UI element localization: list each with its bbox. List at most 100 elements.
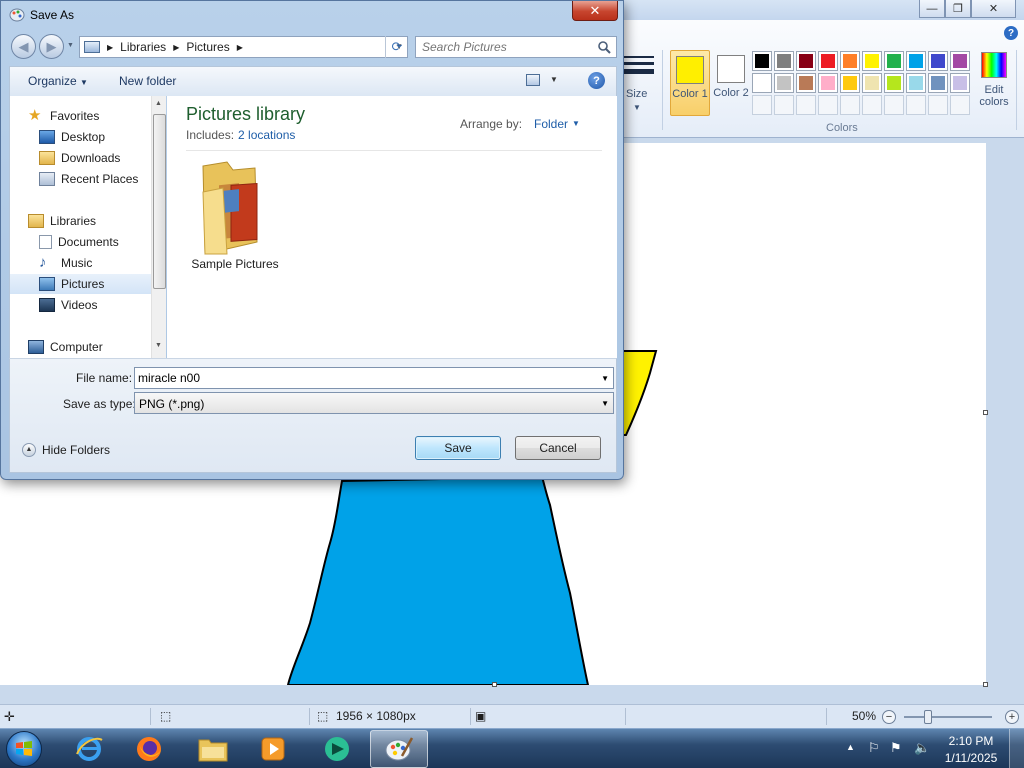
- palette-swatch[interactable]: [818, 51, 838, 71]
- action-center-icon[interactable]: ⚐: [868, 740, 880, 756]
- locations-link[interactable]: 2 locations: [238, 128, 295, 142]
- palette-swatch[interactable]: [796, 73, 816, 93]
- nav-music[interactable]: ♪ Music: [10, 253, 151, 273]
- show-desktop-button[interactable]: [1009, 729, 1024, 768]
- start-button[interactable]: [6, 731, 42, 767]
- palette-swatch[interactable]: [928, 51, 948, 71]
- maximize-button[interactable]: ❐: [945, 0, 971, 18]
- breadcrumb-chevron-icon[interactable]: ▶: [107, 43, 113, 52]
- zoom-slider-track[interactable]: [904, 716, 992, 718]
- show-hidden-icons[interactable]: ▲: [846, 742, 855, 752]
- palette-swatch[interactable]: [796, 51, 816, 71]
- palette-swatch[interactable]: [884, 73, 904, 93]
- taskbar-app[interactable]: [308, 730, 366, 768]
- color2-button[interactable]: Color 2: [711, 50, 751, 116]
- refresh-button[interactable]: ⟳: [385, 36, 408, 58]
- taskbar-explorer[interactable]: [184, 730, 242, 768]
- palette-custom-slot[interactable]: [796, 95, 816, 115]
- chevron-down-icon[interactable]: ▼: [601, 374, 609, 383]
- search-input[interactable]: [422, 38, 592, 56]
- new-folder-button[interactable]: New folder: [119, 74, 176, 88]
- close-button[interactable]: ✕: [572, 1, 618, 21]
- organize-button[interactable]: Organize ▼: [28, 74, 88, 88]
- arrange-by-dropdown[interactable]: Folder: [534, 117, 568, 131]
- palette-swatch[interactable]: [906, 73, 926, 93]
- palette-custom-slot[interactable]: [862, 95, 882, 115]
- palette-swatch[interactable]: [862, 51, 882, 71]
- scroll-up-icon[interactable]: ▲: [155, 100, 162, 107]
- chevron-down-icon[interactable]: ▼: [572, 119, 580, 128]
- nav-libraries[interactable]: Libraries: [10, 211, 151, 231]
- resize-handle[interactable]: [492, 682, 497, 687]
- recent-locations-dropdown[interactable]: ▼: [67, 42, 74, 49]
- taskbar-internet-explorer[interactable]: [60, 730, 118, 768]
- palette-swatch[interactable]: [906, 51, 926, 71]
- nav-desktop[interactable]: Desktop: [10, 127, 151, 147]
- palette-custom-slot[interactable]: [906, 95, 926, 115]
- scrollbar-thumb[interactable]: [153, 114, 166, 289]
- forward-button[interactable]: ▶: [39, 34, 64, 59]
- clock-date[interactable]: 1/11/2025: [940, 751, 1002, 765]
- zoom-in-button[interactable]: +: [1005, 710, 1019, 724]
- palette-swatch[interactable]: [840, 73, 860, 93]
- search-icon[interactable]: [597, 40, 611, 54]
- palette-custom-slot[interactable]: [884, 95, 904, 115]
- taskbar-paint[interactable]: [370, 730, 428, 768]
- breadcrumb-pictures[interactable]: Pictures: [186, 40, 229, 54]
- palette-swatch[interactable]: [774, 73, 794, 93]
- palette-swatch[interactable]: [840, 51, 860, 71]
- back-button[interactable]: ◀: [11, 34, 36, 59]
- palette-swatch[interactable]: [752, 51, 772, 71]
- resize-handle[interactable]: [983, 682, 988, 687]
- nav-recent-places[interactable]: Recent Places: [10, 169, 151, 189]
- nav-downloads[interactable]: Downloads: [10, 148, 151, 168]
- taskbar-media-player[interactable]: [244, 730, 302, 768]
- file-name-input[interactable]: [138, 369, 578, 387]
- scroll-down-icon[interactable]: ▼: [155, 342, 162, 349]
- nav-computer[interactable]: Computer: [10, 337, 151, 357]
- palette-custom-slot[interactable]: [774, 95, 794, 115]
- palette-custom-slot[interactable]: [752, 95, 772, 115]
- nav-favorites[interactable]: ★ Favorites: [10, 106, 151, 126]
- palette-custom-slot[interactable]: [818, 95, 838, 115]
- palette-swatch[interactable]: [950, 51, 970, 71]
- help-icon[interactable]: ?: [588, 72, 605, 89]
- nav-videos[interactable]: Videos: [10, 295, 151, 315]
- color1-button[interactable]: Color 1: [670, 50, 710, 116]
- search-box[interactable]: [415, 36, 617, 58]
- nav-pictures[interactable]: Pictures: [10, 274, 151, 294]
- file-name-field[interactable]: ▼: [134, 367, 614, 389]
- breadcrumb-libraries[interactable]: Libraries: [120, 40, 166, 54]
- zoom-slider-thumb[interactable]: [924, 710, 932, 724]
- edit-colors-button[interactable]: Edit colors: [976, 52, 1012, 108]
- palette-swatch[interactable]: [818, 73, 838, 93]
- save-button[interactable]: Save: [415, 436, 501, 460]
- resize-handle[interactable]: [983, 410, 988, 415]
- folder-item[interactable]: Sample Pictures: [187, 156, 283, 276]
- palette-swatch[interactable]: [950, 73, 970, 93]
- palette-swatch[interactable]: [884, 51, 904, 71]
- breadcrumb-chevron-icon[interactable]: ▶: [237, 43, 243, 52]
- taskbar-firefox[interactable]: [120, 730, 178, 768]
- view-options-dropdown[interactable]: ▼: [550, 75, 558, 84]
- change-view-icon[interactable]: [526, 74, 540, 86]
- save-type-select[interactable]: PNG (*.png) ▼: [134, 392, 614, 414]
- paint-close-button[interactable]: ✕: [971, 0, 1016, 18]
- cancel-button[interactable]: Cancel: [515, 436, 601, 460]
- palette-swatch[interactable]: [862, 73, 882, 93]
- clock-time[interactable]: 2:10 PM: [946, 734, 996, 748]
- nav-scrollbar[interactable]: ▲ ▼: [151, 96, 166, 358]
- palette-swatch[interactable]: [928, 73, 948, 93]
- hide-folders-button[interactable]: ▲ Hide Folders: [22, 443, 110, 457]
- palette-custom-slot[interactable]: [840, 95, 860, 115]
- palette-custom-slot[interactable]: [928, 95, 948, 115]
- address-bar[interactable]: ▶ Libraries ▶ Pictures ▶ ▼: [79, 36, 408, 58]
- zoom-out-button[interactable]: −: [882, 710, 896, 724]
- flag-icon[interactable]: ⚑: [890, 740, 902, 756]
- nav-documents[interactable]: Documents: [10, 232, 151, 252]
- palette-swatch[interactable]: [774, 51, 794, 71]
- palette-custom-slot[interactable]: [950, 95, 970, 115]
- volume-muted-icon[interactable]: 🔈: [914, 740, 930, 756]
- minimize-button[interactable]: —: [919, 0, 945, 18]
- paint-help-icon[interactable]: ?: [1004, 26, 1018, 40]
